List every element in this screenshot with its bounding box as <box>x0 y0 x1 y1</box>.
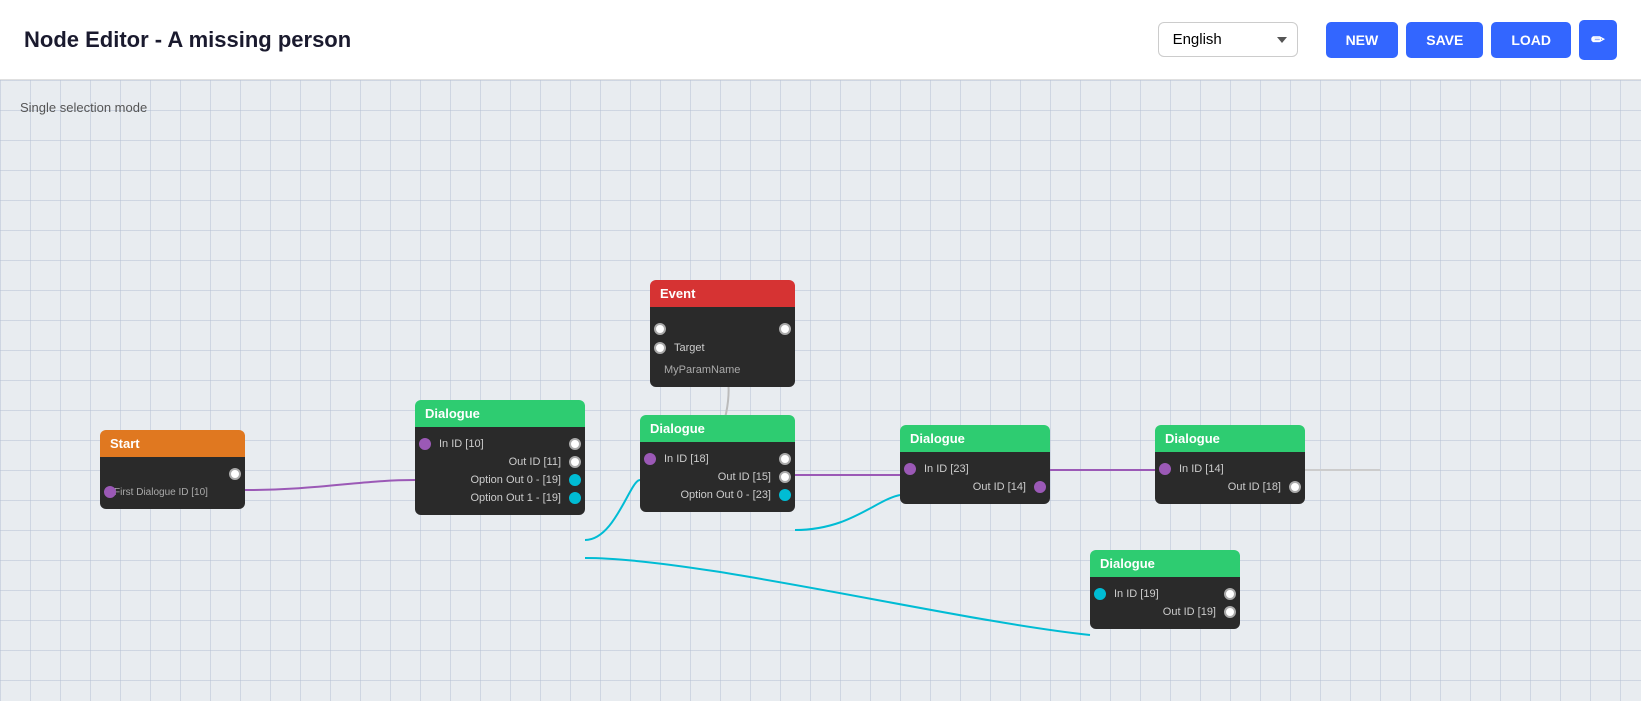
event-node[interactable]: Event Target MyParamName <box>650 280 795 387</box>
dialogue-4-body: In ID [14] Out ID [18] <box>1155 452 1305 504</box>
event-node-body: Target MyParamName <box>650 307 795 387</box>
start-node[interactable]: Start First Dialogue ID [10] <box>100 430 245 509</box>
canvas[interactable]: Single selection mode Start First D <box>0 80 1641 701</box>
event-node-header: Event <box>650 280 795 307</box>
start-node-body: First Dialogue ID [10] <box>100 457 245 509</box>
dialogue-1-header: Dialogue <box>415 400 585 427</box>
start-node-header: Start <box>100 430 245 457</box>
edit-button[interactable]: ✏ <box>1579 20 1617 60</box>
dialogue-3-node[interactable]: Dialogue In ID [23] Out ID [14] <box>900 425 1050 504</box>
connections-svg <box>0 80 1641 701</box>
dialogue-2-node[interactable]: Dialogue In ID [18] Out ID [15] Option O… <box>640 415 795 512</box>
dialogue-2-header: Dialogue <box>640 415 795 442</box>
dialogue-2-body: In ID [18] Out ID [15] Option Out 0 - [2… <box>640 442 795 512</box>
dialogue-4-header: Dialogue <box>1155 425 1305 452</box>
start-in-port-row <box>110 465 235 483</box>
start-out-port-row: First Dialogue ID [10] <box>110 483 235 501</box>
dialogue-3-body: In ID [23] Out ID [14] <box>900 452 1050 504</box>
dialogue-3-header: Dialogue <box>900 425 1050 452</box>
dialogue-5-header: Dialogue <box>1090 550 1240 577</box>
load-button[interactable]: LOAD <box>1491 22 1571 58</box>
language-select[interactable]: English French German Spanish <box>1158 22 1298 57</box>
dialogue-5-body: In ID [19] Out ID [19] <box>1090 577 1240 629</box>
page-title: Node Editor - A missing person <box>24 27 1158 53</box>
save-button[interactable]: SAVE <box>1406 22 1483 58</box>
dialogue-5-node[interactable]: Dialogue In ID [19] Out ID [19] <box>1090 550 1240 629</box>
mode-label: Single selection mode <box>20 100 147 115</box>
header: Node Editor - A missing person English F… <box>0 0 1641 80</box>
dialogue-4-node[interactable]: Dialogue In ID [14] Out ID [18] <box>1155 425 1305 504</box>
new-button[interactable]: NEW <box>1326 22 1399 58</box>
dialogue-1-node[interactable]: Dialogue In ID [10] Out ID [11] Option O… <box>415 400 585 515</box>
dialogue-1-body: In ID [10] Out ID [11] Option Out 0 - [1… <box>415 427 585 515</box>
